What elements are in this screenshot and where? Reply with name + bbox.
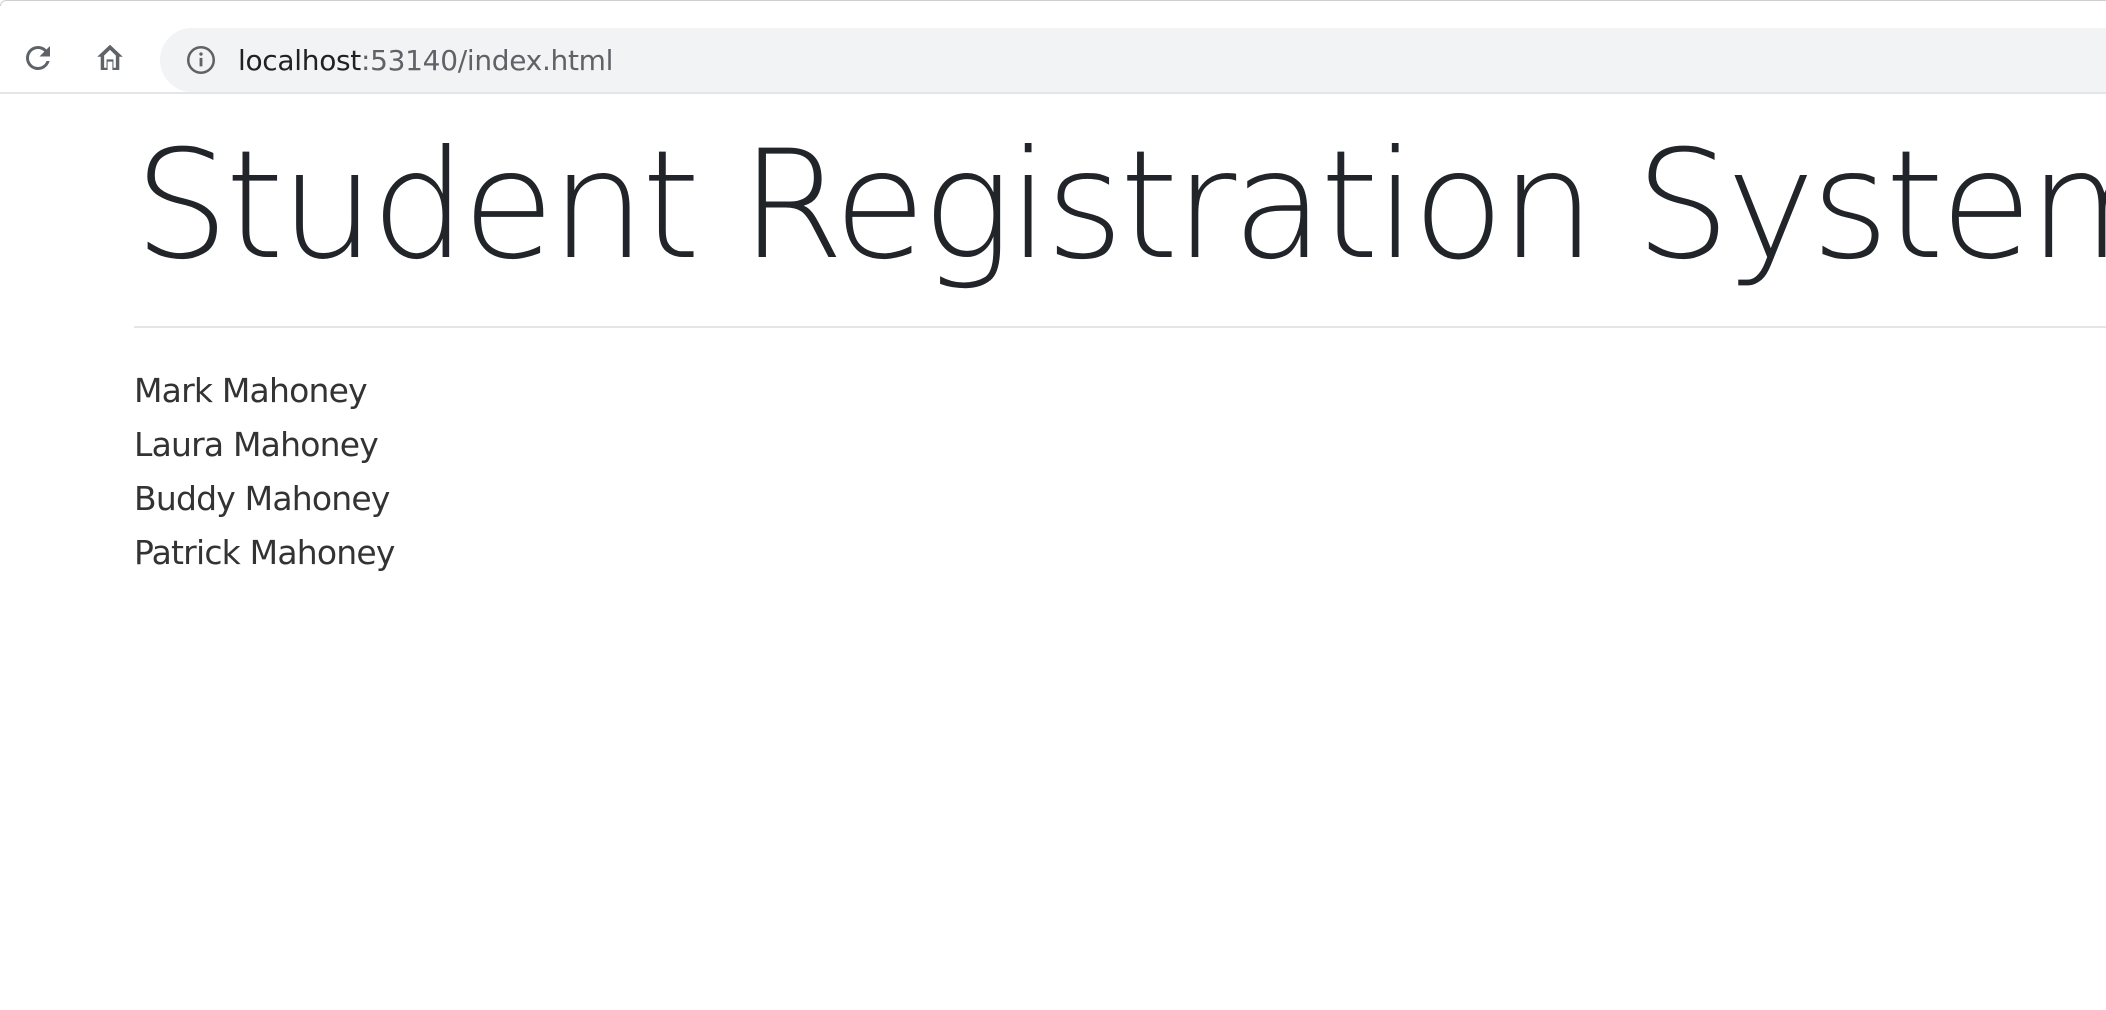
info-icon[interactable] (184, 43, 218, 77)
student-item: Laura Mahoney (134, 425, 379, 464)
reload-icon (25, 45, 50, 70)
page-title: Student Registration System (134, 119, 2106, 293)
browser-window: localhost:53140/index.html Student Regis… (0, 0, 2106, 1010)
student-item: Mark Mahoney (134, 371, 368, 410)
url-path: :53140/index.html (361, 43, 614, 77)
page-content: Student Registration System Mark Mahoney… (0, 94, 2106, 1010)
browser-toolbar: localhost:53140/index.html (0, 6, 2106, 94)
url-host: localhost (238, 43, 361, 77)
url-text[interactable]: localhost:53140/index.html (238, 44, 613, 77)
home-button[interactable] (90, 38, 130, 78)
home-icon (97, 44, 123, 70)
student-item: Buddy Mahoney (134, 479, 390, 518)
student-list: Mark Mahoney Laura Mahoney Buddy Mahoney… (134, 364, 395, 580)
title-divider (134, 326, 2106, 328)
student-item: Patrick Mahoney (134, 533, 395, 572)
address-bar[interactable]: localhost:53140/index.html (160, 28, 2106, 92)
reload-button[interactable] (18, 38, 58, 78)
